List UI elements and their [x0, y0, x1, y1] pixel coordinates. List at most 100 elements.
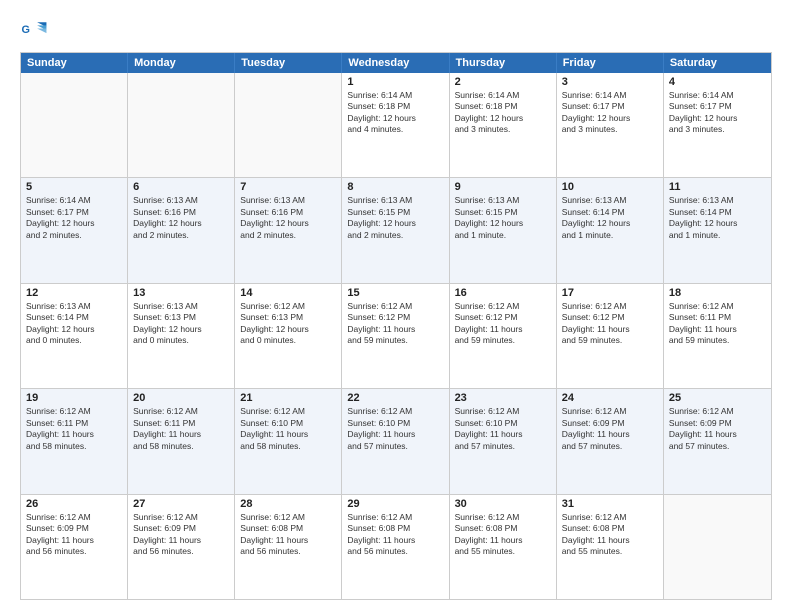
calendar-body: 1 Sunrise: 6:14 AM Sunset: 6:18 PM Daylig…: [21, 73, 771, 599]
cal-header-monday: Monday: [128, 53, 235, 73]
cal-row-1: 5 Sunrise: 6:14 AM Sunset: 6:17 PM Daylig…: [21, 177, 771, 282]
day-number: 13: [133, 287, 229, 299]
cal-header-saturday: Saturday: [664, 53, 771, 73]
cal-cell-day-6: 6 Sunrise: 6:13 AM Sunset: 6:16 PM Daylig…: [128, 178, 235, 282]
day-number: 20: [133, 392, 229, 404]
cal-header-sunday: Sunday: [21, 53, 128, 73]
cal-header-thursday: Thursday: [450, 53, 557, 73]
cal-cell-day-1: 1Sunrise: 6:14 AM Sunset: 6:18 PM Daylig…: [342, 73, 449, 177]
day-info: Sunrise: 6:12 AM Sunset: 6:10 PM Dayligh…: [347, 406, 443, 452]
day-info: Sunrise: 6:12 AM Sunset: 6:12 PM Dayligh…: [347, 301, 443, 347]
day-info: Sunrise: 6:12 AM Sunset: 6:09 PM Dayligh…: [133, 512, 229, 558]
day-number: 23: [455, 392, 551, 404]
day-number: 14: [240, 287, 336, 299]
cal-cell-day-23: 23Sunrise: 6:12 AM Sunset: 6:10 PM Dayli…: [450, 389, 557, 493]
header: G: [20, 16, 772, 44]
cal-cell-day-28: 28Sunrise: 6:12 AM Sunset: 6:08 PM Dayli…: [235, 495, 342, 599]
day-info: Sunrise: 6:13 AM Sunset: 6:16 PM Dayligh…: [240, 195, 336, 241]
day-number: 1: [347, 76, 443, 88]
cal-cell-day-29: 29Sunrise: 6:12 AM Sunset: 6:08 PM Dayli…: [342, 495, 449, 599]
day-number: 5: [26, 181, 122, 193]
day-info: Sunrise: 6:13 AM Sunset: 6:14 PM Dayligh…: [562, 195, 658, 241]
cal-cell-day-27: 27 Sunrise: 6:12 AM Sunset: 6:09 PM Dayli…: [128, 495, 235, 599]
cal-row-4: 26Sunrise: 6:12 AM Sunset: 6:09 PM Dayli…: [21, 494, 771, 599]
day-number: 15: [347, 287, 443, 299]
cal-cell-day-25: 25 Sunrise: 6:12 AM Sunset: 6:09 PM Dayli…: [664, 389, 771, 493]
day-info: Sunrise: 6:12 AM Sunset: 6:12 PM Dayligh…: [562, 301, 658, 347]
day-number: 9: [455, 181, 551, 193]
day-number: 27: [133, 498, 229, 510]
cal-cell-day-8: 8Sunrise: 6:13 AM Sunset: 6:15 PM Daylig…: [342, 178, 449, 282]
cal-cell-day-22: 22Sunrise: 6:12 AM Sunset: 6:10 PM Dayli…: [342, 389, 449, 493]
cal-cell-day-31: 31 Sunrise: 6:12 AM Sunset: 6:08 PM Dayli…: [557, 495, 664, 599]
day-number: 7: [240, 181, 336, 193]
day-number: 11: [669, 181, 766, 193]
cal-cell-day-13: 13 Sunrise: 6:13 AM Sunset: 6:13 PM Dayli…: [128, 284, 235, 388]
day-number: 10: [562, 181, 658, 193]
day-info: Sunrise: 6:13 AM Sunset: 6:15 PM Dayligh…: [455, 195, 551, 241]
day-info: Sunrise: 6:12 AM Sunset: 6:11 PM Dayligh…: [26, 406, 122, 452]
cal-header-tuesday: Tuesday: [235, 53, 342, 73]
day-info: Sunrise: 6:14 AM Sunset: 6:17 PM Dayligh…: [562, 90, 658, 136]
cal-cell-empty: [235, 73, 342, 177]
cal-cell-day-11: 11Sunrise: 6:13 AM Sunset: 6:14 PM Dayli…: [664, 178, 771, 282]
day-info: Sunrise: 6:12 AM Sunset: 6:08 PM Dayligh…: [562, 512, 658, 558]
day-info: Sunrise: 6:13 AM Sunset: 6:16 PM Dayligh…: [133, 195, 229, 241]
day-info: Sunrise: 6:13 AM Sunset: 6:13 PM Dayligh…: [133, 301, 229, 347]
day-info: Sunrise: 6:14 AM Sunset: 6:17 PM Dayligh…: [669, 90, 766, 136]
cal-header-friday: Friday: [557, 53, 664, 73]
day-number: 31: [562, 498, 658, 510]
day-number: 24: [562, 392, 658, 404]
day-info: Sunrise: 6:12 AM Sunset: 6:08 PM Dayligh…: [347, 512, 443, 558]
cal-cell-day-3: 3 Sunrise: 6:14 AM Sunset: 6:17 PM Daylig…: [557, 73, 664, 177]
cal-row-2: 12 Sunrise: 6:13 AM Sunset: 6:14 PM Dayli…: [21, 283, 771, 388]
cal-row-0: 1 Sunrise: 6:14 AM Sunset: 6:18 PM Daylig…: [21, 73, 771, 177]
cal-cell-day-24: 24 Sunrise: 6:12 AM Sunset: 6:09 PM Dayli…: [557, 389, 664, 493]
day-number: 21: [240, 392, 336, 404]
cal-cell-empty: [21, 73, 128, 177]
cal-cell-empty: [664, 495, 771, 599]
day-info: Sunrise: 6:12 AM Sunset: 6:13 PM Dayligh…: [240, 301, 336, 347]
day-number: 8: [347, 181, 443, 193]
cal-cell-empty: [128, 73, 235, 177]
day-info: Sunrise: 6:12 AM Sunset: 6:10 PM Dayligh…: [240, 406, 336, 452]
svg-text:G: G: [22, 24, 30, 36]
cal-cell-day-19: 19 Sunrise: 6:12 AM Sunset: 6:11 PM Dayli…: [21, 389, 128, 493]
day-info: Sunrise: 6:12 AM Sunset: 6:09 PM Dayligh…: [669, 406, 766, 452]
day-number: 4: [669, 76, 766, 88]
day-number: 2: [455, 76, 551, 88]
day-info: Sunrise: 6:14 AM Sunset: 6:18 PM Dayligh…: [455, 90, 551, 136]
cal-cell-day-2: 2 Sunrise: 6:14 AM Sunset: 6:18 PM Daylig…: [450, 73, 557, 177]
cal-cell-day-7: 7 Sunrise: 6:13 AM Sunset: 6:16 PM Daylig…: [235, 178, 342, 282]
logo: G: [20, 16, 52, 44]
day-info: Sunrise: 6:12 AM Sunset: 6:11 PM Dayligh…: [133, 406, 229, 452]
day-info: Sunrise: 6:12 AM Sunset: 6:11 PM Dayligh…: [669, 301, 766, 347]
day-number: 6: [133, 181, 229, 193]
cal-cell-day-10: 10 Sunrise: 6:13 AM Sunset: 6:14 PM Dayli…: [557, 178, 664, 282]
cal-cell-day-26: 26Sunrise: 6:12 AM Sunset: 6:09 PM Dayli…: [21, 495, 128, 599]
cal-cell-day-30: 30 Sunrise: 6:12 AM Sunset: 6:08 PM Dayli…: [450, 495, 557, 599]
calendar: SundayMondayTuesdayWednesdayThursdayFrid…: [20, 52, 772, 600]
cal-header-wednesday: Wednesday: [342, 53, 449, 73]
page: G SundayMondayTuesdayWednesdayThursdayFr…: [0, 0, 792, 612]
day-number: 3: [562, 76, 658, 88]
day-number: 30: [455, 498, 551, 510]
day-info: Sunrise: 6:12 AM Sunset: 6:08 PM Dayligh…: [455, 512, 551, 558]
day-number: 18: [669, 287, 766, 299]
cal-cell-day-5: 5 Sunrise: 6:14 AM Sunset: 6:17 PM Daylig…: [21, 178, 128, 282]
cal-cell-day-4: 4 Sunrise: 6:14 AM Sunset: 6:17 PM Daylig…: [664, 73, 771, 177]
day-number: 19: [26, 392, 122, 404]
day-number: 12: [26, 287, 122, 299]
day-info: Sunrise: 6:13 AM Sunset: 6:14 PM Dayligh…: [26, 301, 122, 347]
day-info: Sunrise: 6:12 AM Sunset: 6:09 PM Dayligh…: [26, 512, 122, 558]
day-number: 17: [562, 287, 658, 299]
day-number: 25: [669, 392, 766, 404]
day-info: Sunrise: 6:14 AM Sunset: 6:17 PM Dayligh…: [26, 195, 122, 241]
day-info: Sunrise: 6:12 AM Sunset: 6:08 PM Dayligh…: [240, 512, 336, 558]
cal-cell-day-15: 15 Sunrise: 6:12 AM Sunset: 6:12 PM Dayli…: [342, 284, 449, 388]
cal-cell-day-20: 20 Sunrise: 6:12 AM Sunset: 6:11 PM Dayli…: [128, 389, 235, 493]
day-info: Sunrise: 6:12 AM Sunset: 6:09 PM Dayligh…: [562, 406, 658, 452]
cal-row-3: 19 Sunrise: 6:12 AM Sunset: 6:11 PM Dayli…: [21, 388, 771, 493]
cal-cell-day-21: 21 Sunrise: 6:12 AM Sunset: 6:10 PM Dayli…: [235, 389, 342, 493]
cal-cell-day-17: 17 Sunrise: 6:12 AM Sunset: 6:12 PM Dayli…: [557, 284, 664, 388]
